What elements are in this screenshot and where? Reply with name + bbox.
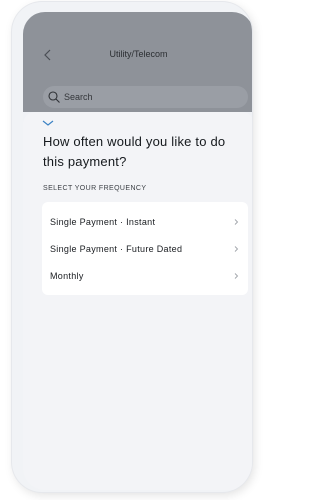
search-placeholder: Search	[64, 92, 93, 102]
frequency-options-list: Single Payment · Instant Single Payment …	[42, 202, 248, 295]
option-label: Monthly	[50, 270, 84, 281]
page-title: Utility/Telecom	[109, 49, 168, 59]
option-single-instant[interactable]: Single Payment · Instant	[42, 208, 248, 235]
option-label: Single Payment · Instant	[50, 216, 156, 227]
sheet-question: How often would you like to do this paym…	[43, 134, 226, 169]
phone-frame: Utility/Telecom Search How often would y…	[12, 2, 252, 492]
option-label: Single Payment · Future Dated	[50, 243, 183, 254]
screen: Utility/Telecom Search How often would y…	[23, 12, 252, 490]
section-label: SELECT YOUR FREQUENCY	[43, 185, 147, 192]
option-monthly[interactable]: Monthly	[42, 262, 248, 289]
chevron-right-icon	[234, 272, 239, 279]
chevron-down-icon[interactable]	[41, 118, 55, 128]
frequency-sheet: How often would you like to do this paym…	[23, 112, 252, 490]
chevron-right-icon	[234, 245, 239, 252]
dimmed-header: Utility/Telecom Search	[23, 12, 252, 112]
chevron-right-icon	[234, 218, 239, 225]
search-input[interactable]: Search	[43, 86, 248, 108]
search-icon	[48, 91, 60, 103]
option-single-future-dated[interactable]: Single Payment · Future Dated	[42, 235, 248, 262]
